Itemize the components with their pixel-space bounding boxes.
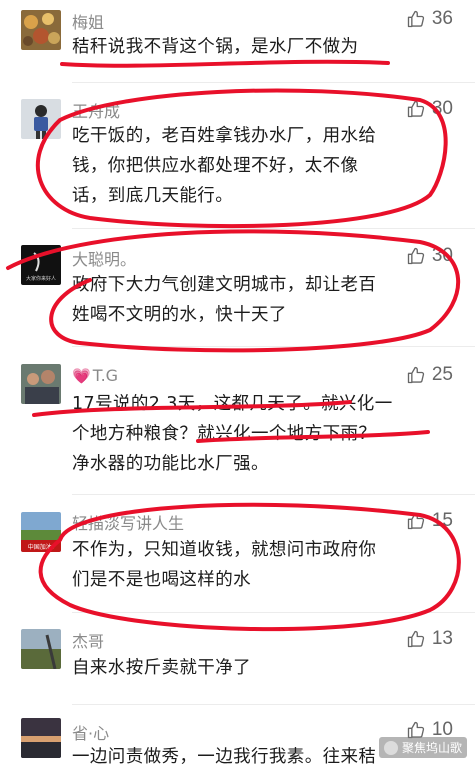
comment-text-line: 不作为，只知道收钱，就想问市政府你 — [72, 540, 377, 560]
comment-text-line: 政府下大力气创建文明城市，却让老百 — [72, 275, 377, 295]
avatar[interactable] — [21, 718, 61, 758]
avatar-text: 大家你来好人 — [26, 275, 56, 282]
comment-text: 不作为，只知道收钱，就想问市政府你 们是不是也喝这样的水 — [72, 535, 447, 595]
thumbs-up-icon — [406, 365, 426, 385]
username[interactable]: 杰哥 — [72, 628, 104, 652]
thumbs-up-icon — [406, 99, 426, 119]
comment-text-line: 们是不是也喝这样的水 — [72, 570, 251, 590]
thumbs-up-icon — [406, 9, 426, 29]
avatar[interactable] — [21, 629, 61, 669]
comment-text: 秸秆说我不背这个锅，是水厂不做为 — [72, 32, 447, 62]
avatar[interactable] — [21, 99, 61, 139]
avatar-dark-image: 大家你来好人 — [21, 245, 61, 285]
like-count: 36 — [431, 8, 453, 29]
username-text: T.G — [92, 366, 119, 385]
avatar-family-image — [21, 364, 61, 404]
divider — [72, 346, 475, 347]
username[interactable]: 💗 T.G — [72, 366, 118, 385]
thumbs-up-icon — [406, 629, 426, 649]
avatar-sunset-image — [21, 718, 61, 758]
underline-stroke — [60, 59, 390, 68]
like-count: 30 — [431, 245, 453, 266]
comment-text-line: 净水器的功能比水厂强。 — [72, 454, 269, 474]
avatar-flowers-image — [21, 10, 61, 50]
thumbs-up-icon — [406, 511, 426, 531]
comment-text: 17号说的2 3天，这都几天了。就兴化一 个地方种粮食？就兴化一个地方下雨？ 净… — [72, 389, 447, 479]
comment-text-line: 话，到底几天能行。 — [72, 186, 234, 206]
watermark-text: 聚焦坞山歌 — [401, 741, 462, 755]
divider — [72, 704, 475, 705]
avatar[interactable] — [21, 364, 61, 404]
username[interactable]: 省·心 — [72, 720, 109, 744]
avatar-field-image — [21, 629, 61, 669]
comment-screen: 梅姐 36 秸秆说我不背这个锅，是水厂不做为 王舟成 30 吃干饭的，老百姓拿钱… — [0, 0, 475, 768]
comment-text-line: 姓喝不文明的水，快十天了 — [72, 305, 287, 325]
username[interactable]: 梅姐 — [72, 9, 104, 33]
username[interactable]: 轻描淡写讲人生 — [72, 510, 184, 534]
comment-text: 政府下大力气创建文明城市，却让老百 姓喝不文明的水，快十天了 — [72, 270, 447, 330]
watermark: 聚焦坞山歌 — [378, 737, 467, 758]
comment-text: 自来水按斤卖就干净了 — [72, 653, 447, 683]
avatar[interactable]: 大家你来好人 — [21, 245, 61, 285]
comment-text-line: 秸秆说我不背这个锅，是水厂不做为 — [72, 37, 359, 57]
like-button[interactable]: 30 — [406, 98, 453, 120]
avatar[interactable] — [21, 10, 61, 50]
divider — [72, 82, 475, 83]
divider — [72, 228, 475, 229]
like-count: 25 — [431, 364, 453, 385]
avatar-person-image — [21, 99, 61, 139]
username[interactable]: 王舟成 — [72, 98, 120, 122]
divider — [72, 494, 475, 495]
comment-text-line: 钱，你把供应水都处理不好，太不像 — [72, 156, 359, 176]
like-count: 13 — [431, 628, 453, 649]
like-button[interactable]: 30 — [406, 245, 453, 267]
like-button[interactable]: 15 — [406, 510, 453, 532]
heart-icon: 💗 — [72, 367, 91, 385]
comment-text-line: 吃干饭的，老百姓拿钱办水厂，用水给 — [72, 126, 377, 146]
comment-text-line: 个地方种粮食？就兴化一个地方下雨？ — [72, 424, 377, 444]
comment-text: 吃干饭的，老百姓拿钱办水厂，用水给 钱，你把供应水都处理不好，太不像 话，到底几… — [72, 121, 447, 211]
wechat-icon — [383, 740, 398, 755]
comment-text-line: 17号说的2 3天，这都几天了。就兴化一 — [72, 394, 393, 414]
thumbs-up-icon — [406, 246, 426, 266]
like-count: 15 — [431, 510, 453, 531]
comment-text-line: 自来水按斤卖就干净了 — [72, 658, 251, 678]
avatar-landscape-image: 中国加油! — [21, 512, 61, 552]
like-button[interactable]: 36 — [406, 8, 453, 30]
like-button[interactable]: 13 — [406, 628, 453, 650]
divider — [72, 612, 475, 613]
username[interactable]: 大聪明。 — [72, 246, 136, 270]
like-count: 30 — [431, 98, 453, 119]
like-button[interactable]: 25 — [406, 364, 453, 386]
avatar[interactable]: 中国加油! — [21, 512, 61, 552]
avatar-text: 中国加油! — [28, 543, 54, 551]
